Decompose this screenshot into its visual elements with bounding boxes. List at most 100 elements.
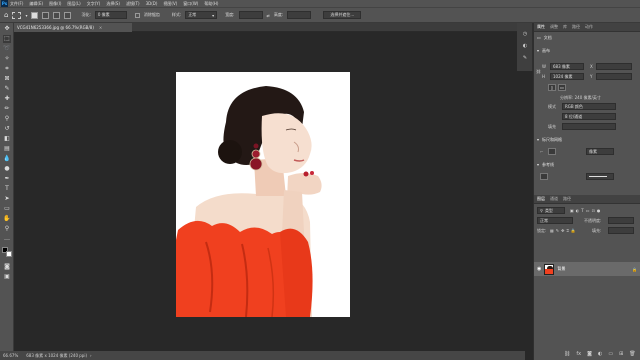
healing-brush-tool-icon[interactable]: ✚ [3,95,11,103]
clone-stamp-tool-icon[interactable]: ⚲ [3,115,11,123]
rectangle-tool-icon[interactable]: ▭ [3,205,11,213]
zoom-level[interactable]: 66.67% [3,353,18,358]
blend-mode-select[interactable]: 正常 [537,217,573,224]
eraser-tool-icon[interactable]: ◧ [3,135,11,143]
fill-opacity-field[interactable] [608,227,634,234]
menu-select[interactable]: 选择(S) [106,1,120,7]
blur-tool-icon[interactable]: 💧 [3,155,11,163]
more-tools-icon[interactable]: … [3,235,11,243]
tab-libraries[interactable]: 库 [563,24,567,30]
chevron-down-icon[interactable]: ▾ [25,13,27,18]
height-input[interactable] [287,11,312,19]
menu-file[interactable]: 文件(F) [10,1,23,7]
document-tab[interactable]: VCG41N6253366.jpg @ 66.7%(RGB/8) × [14,23,132,32]
eye-icon[interactable]: ◉ [537,266,541,272]
brush-tool-icon[interactable]: ✏ [3,105,11,113]
layer-filter-icons[interactable]: ▣◐T▭⊡● [570,208,602,213]
menu-window[interactable]: 窗口(W) [183,1,198,7]
crop-tool-icon[interactable]: ⌗ [3,65,11,73]
magic-wand-tool-icon[interactable]: ✧ [3,55,11,63]
link-layers-icon[interactable]: ⛓ [564,351,570,357]
gradient-tool-icon[interactable]: ▤ [3,145,11,153]
layer-kind-filter[interactable]: ⚲ 类型 [537,207,565,214]
antialias-checkbox[interactable] [134,12,140,18]
mask-icon[interactable]: ◙ [587,351,592,357]
history-brush-tool-icon[interactable]: ↺ [3,125,11,133]
style-select[interactable]: 正常 ▾ [185,11,218,19]
tab-layer-paths[interactable]: 路径 [563,196,571,202]
tab-paths[interactable]: 路径 [572,24,580,30]
canvas-section-header[interactable]: ▾ 画布 [534,47,640,54]
tab-layers[interactable]: 图层 [537,196,545,202]
background-color-swatch[interactable] [6,251,12,257]
bit-depth-select[interactable]: 8 位/通道 [562,113,616,120]
menu-view[interactable]: 视图(V) [163,1,177,7]
trash-icon[interactable]: 🗑 [629,351,635,357]
tab-channels[interactable]: 通道 [550,196,558,202]
close-icon[interactable]: × [99,25,102,30]
screen-mode-icon[interactable]: ▣ [3,273,11,281]
dodge-tool-icon[interactable]: ● [3,165,11,173]
tab-adjustments[interactable]: 调整 [550,24,558,30]
guide-style-select[interactable] [586,173,614,180]
chevron-right-icon[interactable]: › [90,353,92,358]
tab-actions[interactable]: 动作 [585,24,593,30]
frame-tool-icon[interactable]: ⊠ [3,75,11,83]
zoom-tool-icon[interactable]: ⚲ [3,225,11,233]
feather-input[interactable]: 0 像素 [94,11,127,19]
lock-icons[interactable]: ▦✎✥⌗🔒 [550,228,578,233]
mode-select[interactable]: RGB 颜色 [562,103,616,110]
menu-image[interactable]: 图像(I) [49,1,61,7]
layer-lock-icon[interactable]: 🔒 [632,267,637,272]
guides-section-header[interactable]: ▾ 参考线 [534,161,554,168]
width-input[interactable] [238,11,263,19]
menu-edit[interactable]: 编辑(E) [29,1,43,7]
new-selection-icon[interactable] [31,11,39,19]
opacity-field[interactable] [608,217,634,224]
lasso-tool-icon[interactable]: ➰ [3,45,11,53]
subtract-selection-icon[interactable] [53,11,61,19]
x-field[interactable] [596,63,632,70]
document-image[interactable] [176,72,350,317]
select-and-mask-button[interactable]: 选择并遮住... [323,11,362,19]
menu-help[interactable]: 帮助(H) [204,1,218,7]
landscape-orientation-icon[interactable]: ▭ [558,84,566,91]
history-icon[interactable]: ◷ [521,31,529,38]
menu-layer[interactable]: 图层(L) [67,1,80,7]
portrait-orientation-icon[interactable]: ▯ [548,84,556,91]
ruler-icon[interactable]: ⌐ [540,149,543,154]
tab-properties[interactable]: 属性 [537,24,545,30]
intersect-selection-icon[interactable] [64,11,72,19]
home-icon[interactable]: ⌂ [4,11,8,19]
rectangular-marquee-tool-icon[interactable]: ⬚ [3,35,11,43]
fx-icon[interactable]: fx [576,351,581,357]
new-layer-icon[interactable]: ⊞ [619,351,623,357]
type-tool-icon[interactable]: T [3,185,11,193]
group-icon[interactable]: ▭ [608,351,613,357]
eyedropper-tool-icon[interactable]: ✎ [3,85,11,93]
ruler-color-swatch[interactable] [548,148,556,155]
marquee-tool-preset-icon[interactable] [12,11,22,19]
quick-mask-icon[interactable]: ◙ [3,263,11,271]
rulers-section-header[interactable]: ▾ 标尺和网格 [534,136,562,143]
color-icon[interactable]: ◐ [521,43,529,50]
menu-filter[interactable]: 滤镜(T) [126,1,140,7]
brush-settings-icon[interactable]: ✎ [521,55,529,62]
adjustment-layer-icon[interactable]: ◐ [598,351,602,357]
swap-icon[interactable]: ⇄ [267,13,270,18]
layer-row-background[interactable]: ◉ 背景 🔒 [534,262,640,276]
menu-3d[interactable]: 3D(D) [146,1,158,6]
width-field[interactable]: 683 像素 [550,63,584,70]
hand-tool-icon[interactable]: ✋ [3,215,11,223]
guide-color-swatch[interactable] [540,173,548,180]
height-field[interactable]: 1024 像素 [550,73,584,80]
path-selection-tool-icon[interactable]: ➤ [3,195,11,203]
link-icon[interactable]: ⛓ [536,69,541,74]
move-tool-icon[interactable]: ✥ [3,25,11,33]
y-field[interactable] [596,73,632,80]
ruler-unit-select[interactable]: 像素 [586,148,614,155]
fill-select[interactable] [562,123,616,130]
menu-type[interactable]: 文字(Y) [87,1,101,7]
add-selection-icon[interactable] [42,11,50,19]
pen-tool-icon[interactable]: ✒ [3,175,11,183]
